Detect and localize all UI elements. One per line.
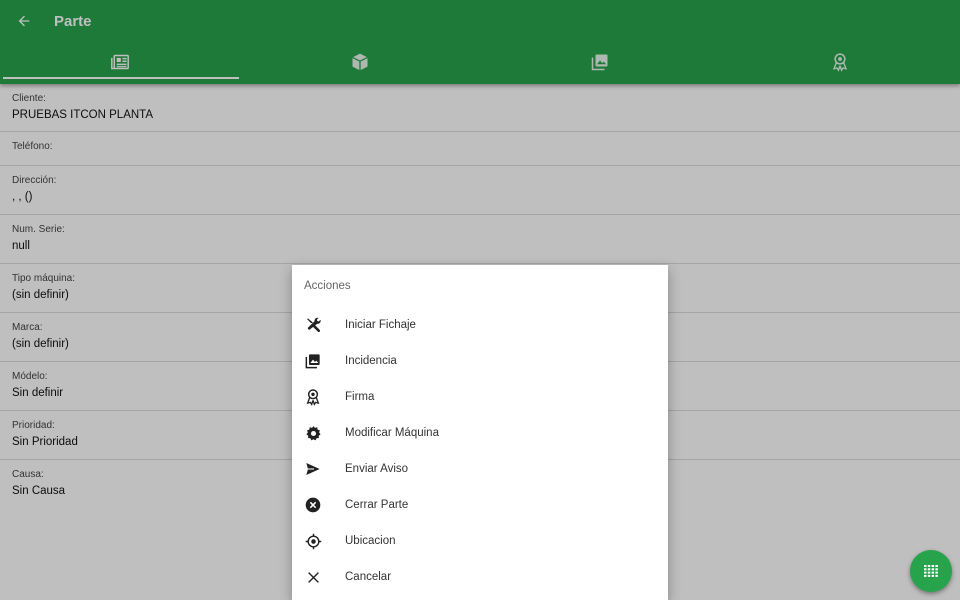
settings-gear-icon (304, 424, 322, 442)
action-modificar-maquina[interactable]: Modificar Máquina (292, 415, 668, 451)
dialog-title: Acciones (304, 280, 351, 292)
action-label: Modificar Máquina (345, 427, 439, 439)
action-label: Enviar Aviso (345, 463, 409, 475)
action-firma[interactable]: Firma (292, 379, 668, 415)
photo-gallery-icon (304, 352, 322, 370)
action-label: Incidencia (345, 355, 397, 367)
action-cancelar[interactable]: Cancelar (292, 559, 668, 595)
action-incidencia[interactable]: Incidencia (292, 343, 668, 379)
send-icon (304, 460, 322, 478)
action-label: Ubicacion (345, 535, 396, 547)
action-iniciar-fichaje[interactable]: Iniciar Fichaje (292, 307, 668, 343)
action-label: Firma (345, 391, 375, 403)
keypad-grid-icon (924, 565, 938, 577)
action-ubicacion[interactable]: Ubicacion (292, 523, 668, 559)
close-icon (304, 568, 322, 586)
award-badge-icon (304, 388, 322, 406)
action-enviar-aviso[interactable]: Enviar Aviso (292, 451, 668, 487)
action-label: Iniciar Fichaje (345, 319, 416, 331)
tools-icon (304, 316, 322, 334)
action-cerrar-parte[interactable]: Cerrar Parte (292, 487, 668, 523)
keypad-fab-button[interactable] (910, 550, 952, 592)
location-crosshair-icon (304, 532, 322, 550)
close-circle-icon (304, 496, 322, 514)
actions-dialog: Acciones Iniciar Fichaje Incidencia Firm… (292, 265, 668, 600)
action-label: Cerrar Parte (345, 499, 409, 511)
action-label: Cancelar (345, 571, 392, 583)
